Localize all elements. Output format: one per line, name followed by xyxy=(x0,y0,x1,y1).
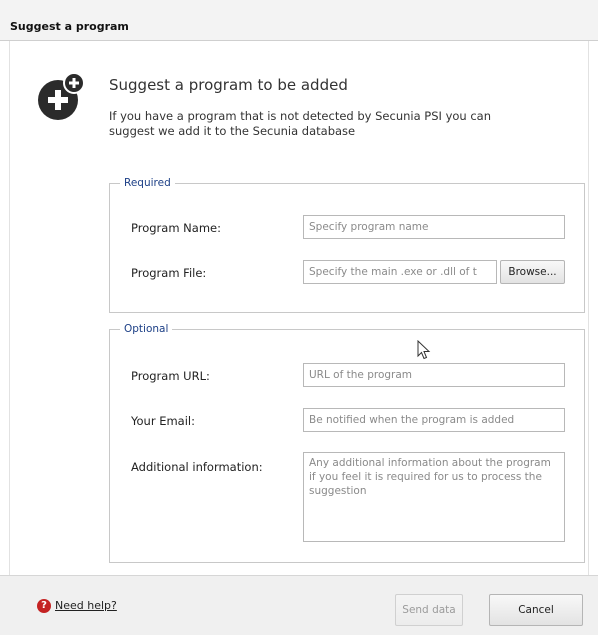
additional-info-label: Additional information: xyxy=(131,460,263,474)
required-legend: Required xyxy=(124,177,171,189)
window-title: Suggest a program xyxy=(10,20,129,33)
program-file-label: Program File: xyxy=(131,266,207,280)
add-plus-icon xyxy=(38,72,85,120)
send-data-button[interactable]: Send data xyxy=(395,594,463,626)
program-url-input[interactable] xyxy=(303,363,565,387)
program-url-label: Program URL: xyxy=(131,369,210,383)
optional-legend: Optional xyxy=(124,323,169,335)
mouse-pointer-icon xyxy=(417,340,431,360)
additional-info-textarea[interactable] xyxy=(303,452,565,542)
browse-button[interactable]: Browse... xyxy=(500,260,565,284)
question-icon[interactable]: ? xyxy=(37,599,51,613)
page-heading: Suggest a program to be added xyxy=(109,76,348,94)
page-description: If you have a program that is not detect… xyxy=(109,109,492,138)
need-help-link[interactable]: Need help? xyxy=(55,599,117,612)
program-file-input[interactable] xyxy=(303,260,497,284)
email-label: Your Email: xyxy=(131,414,195,428)
program-name-label: Program Name: xyxy=(131,221,221,235)
email-input[interactable] xyxy=(303,408,565,432)
title-bar: Suggest a program xyxy=(0,0,598,41)
program-name-input[interactable] xyxy=(303,215,565,239)
required-group: Required xyxy=(109,177,585,313)
cancel-button[interactable]: Cancel xyxy=(489,594,583,626)
